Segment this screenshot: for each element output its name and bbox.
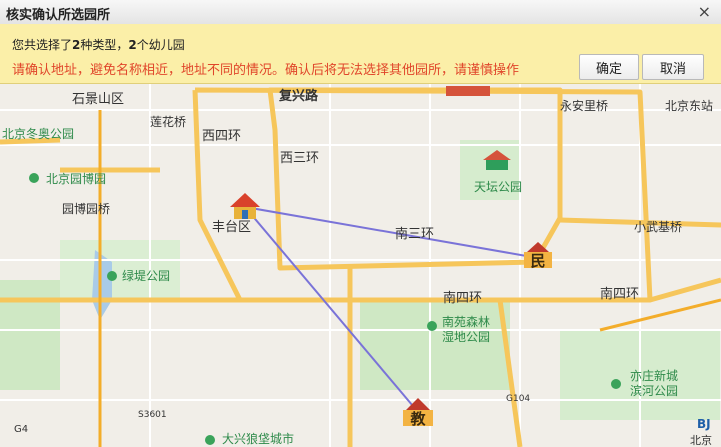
dialog-titlebar: 核实确认所选园所 × — [0, 0, 721, 25]
notice-banner: 您共选择了2种类型，2个幼儿园 请确认地址，避免名称相近，地址不同的情况。确认后… — [0, 24, 721, 84]
highway-label: S3601 — [138, 410, 167, 420]
selection-summary: 您共选择了2种类型，2个幼儿园 — [12, 38, 185, 52]
highway-label: G4 — [14, 424, 28, 435]
dialog-title: 核实确认所选园所 — [6, 8, 111, 23]
ring-label: 西四环 — [202, 129, 241, 144]
marker-label: 民 — [530, 252, 545, 270]
park-label: 亦庄新城 — [630, 368, 678, 383]
park-label: 滨河公园 — [630, 383, 678, 398]
map-view[interactable]: 石景山区 复兴路 永安里桥 北京东站 北京冬奥公园 莲花桥 西四环 西三环 天坛… — [0, 84, 721, 447]
road-label: 复兴路 — [278, 88, 319, 104]
place-label: 北京东站 — [665, 99, 713, 113]
ring-label: 南四环 — [600, 286, 639, 302]
park-label: 北京冬奥公园 — [2, 126, 74, 141]
logo-text: BJ — [697, 417, 711, 431]
place-label: 莲花桥 — [150, 114, 186, 129]
district-label: 石景山区 — [72, 92, 124, 107]
park-label: 绿堤公园 — [122, 268, 170, 283]
place-label: 小武基桥 — [634, 220, 682, 234]
place-label: 永安里桥 — [560, 98, 608, 113]
confirm-button[interactable]: 确定 — [579, 54, 639, 80]
ring-label: 南四环 — [443, 290, 482, 306]
park-label: 湿地公园 — [442, 329, 490, 344]
place-label: 园博园桥 — [62, 201, 110, 216]
ring-label: 南三环 — [395, 226, 434, 242]
park-label: 南苑森林 — [442, 314, 490, 329]
district-label: 丰台区 — [212, 220, 251, 235]
highway-label: G104 — [506, 394, 530, 404]
park-area — [360, 300, 510, 390]
marker-label: 教 — [409, 410, 426, 428]
park-label: 大兴狼垡城市 — [222, 431, 294, 446]
close-icon[interactable]: × — [698, 2, 711, 21]
warning-text: 请确认地址，避免名称相近，地址不同的情况。确认后将无法选择其他园所，请谨慎操作 — [12, 63, 520, 78]
gate-icon — [446, 86, 490, 96]
cancel-button[interactable]: 取消 — [642, 54, 704, 80]
park-label: 天坛公园 — [474, 180, 522, 194]
ring-label: 西三环 — [280, 151, 319, 166]
place-label: 北京 — [690, 433, 712, 447]
park-area — [0, 280, 60, 390]
park-label: 北京园博园 — [46, 171, 106, 186]
